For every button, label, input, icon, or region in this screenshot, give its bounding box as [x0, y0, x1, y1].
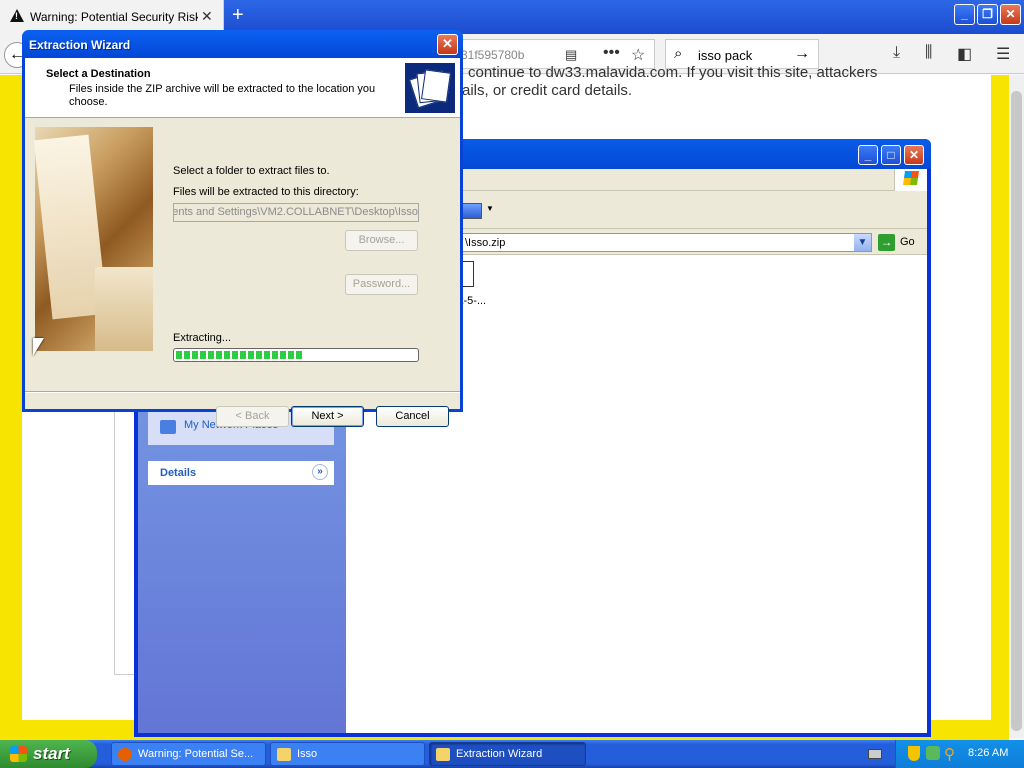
taskbar-item-isso[interactable]: Isso	[270, 742, 425, 766]
reader-icon[interactable]: ▤	[565, 47, 577, 63]
go-button[interactable]: Go	[900, 236, 915, 248]
clock[interactable]: 8:26 AM	[968, 747, 1008, 759]
details-panel-header[interactable]: Details »	[148, 461, 334, 485]
tab-title: Warning: Potential Security Risk A	[30, 10, 198, 24]
warning-icon	[10, 9, 24, 22]
taskbar-item-label: Warning: Potential Se...	[138, 748, 254, 760]
address-input[interactable]: \Isso.zip ▼	[460, 233, 872, 252]
wizard-step-description: Files inside the ZIP archive will be ext…	[69, 83, 376, 108]
minimize-button[interactable]: _	[858, 145, 878, 165]
taskbar-item-extraction-wizard[interactable]: Extraction Wizard	[429, 742, 586, 766]
password-button[interactable]: Password...	[345, 274, 418, 295]
page-scrollbar[interactable]	[1009, 75, 1024, 738]
more-icon[interactable]: •••	[603, 44, 620, 62]
chevron-down-icon[interactable]: ▼	[854, 234, 871, 251]
maximize-button[interactable]: □	[881, 145, 901, 165]
warning-border-left	[0, 75, 22, 735]
browse-button[interactable]: Browse...	[345, 230, 418, 251]
destination-directory-text: C:\Documents and Settings\VM2.COLLABNET\…	[174, 206, 418, 218]
warning-text-line1: continue to dw33.malavida.com. If you vi…	[468, 64, 878, 81]
minimize-button[interactable]: _	[954, 4, 975, 25]
wizard-header: Select a Destination Files inside the ZI…	[25, 58, 460, 118]
chevron-down-icon[interactable]: »	[312, 464, 328, 480]
select-folder-label: Select a folder to extract files to.	[173, 165, 330, 177]
warning-border-right	[991, 75, 1009, 735]
taskbar-item-firefox[interactable]: Warning: Potential Se...	[111, 742, 266, 766]
folder-pages-icon	[405, 63, 455, 113]
windows-flag-icon	[10, 746, 27, 762]
search-icon: ⌕	[674, 45, 683, 62]
windows-flag-icon	[903, 171, 919, 185]
extracting-label: Extracting...	[173, 332, 232, 344]
chevron-down-icon[interactable]: ▼	[486, 204, 494, 213]
wizard-title: Extraction Wizard	[29, 38, 131, 52]
windows-logo	[894, 169, 927, 191]
extraction-wizard-dialog: Extraction Wizard ✕ Select a Destination…	[22, 30, 463, 427]
wizard-titlebar[interactable]: Extraction Wizard ✕	[22, 30, 463, 58]
extraction-progress-bar	[173, 348, 419, 362]
close-icon[interactable]: ✕	[201, 8, 213, 25]
network-icon[interactable]	[926, 746, 940, 760]
progress-fill	[176, 351, 304, 359]
page-box	[114, 410, 134, 675]
cancel-button[interactable]: Cancel	[376, 406, 449, 427]
tab-security-warning[interactable]: Warning: Potential Security Risk A ✕	[0, 0, 224, 34]
firefox-icon	[118, 748, 132, 761]
address-text: \Isso.zip	[465, 237, 506, 249]
plus-icon[interactable]: +	[232, 4, 244, 27]
menu-icon[interactable]: ☰	[996, 44, 1010, 64]
search-text: isso pack	[698, 48, 753, 63]
keyboard-icon[interactable]	[868, 749, 882, 759]
security-shield-icon[interactable]	[908, 746, 920, 761]
download-icon[interactable]: ⤓	[893, 44, 900, 62]
back-button[interactable]: < Back	[216, 406, 289, 427]
start-button[interactable]: start	[0, 740, 97, 768]
close-button[interactable]: ✕	[1000, 4, 1021, 25]
go-arrow-icon[interactable]: →	[878, 234, 895, 251]
views-icon[interactable]	[460, 203, 482, 219]
search-icon[interactable]: ⚲	[944, 745, 955, 763]
taskbar-item-label: Extraction Wizard	[456, 748, 543, 760]
maximize-button[interactable]: ❐	[977, 4, 998, 25]
sidebar-icon[interactable]: ◧	[957, 44, 972, 64]
system-tray: ⚲ 8:26 AM	[895, 740, 1024, 768]
wizard-step-title: Select a Destination	[46, 68, 151, 80]
taskbar: start Warning: Potential Se... Isso Extr…	[0, 740, 1024, 768]
firefox-tab-strip: Warning: Potential Security Risk A ✕ + _…	[0, 0, 1024, 34]
folder-icon	[436, 748, 450, 761]
divider	[25, 391, 460, 393]
close-button[interactable]: ✕	[437, 34, 458, 55]
details-label: Details	[160, 467, 197, 479]
destination-directory-field[interactable]: C:\Documents and Settings\VM2.COLLABNET\…	[173, 203, 419, 222]
directory-label: Files will be extracted to this director…	[173, 186, 359, 198]
wizard-body: Select a Destination Files inside the ZI…	[25, 58, 460, 427]
scrollbar-thumb[interactable]	[1011, 91, 1022, 731]
folder-icon	[277, 748, 291, 761]
network-places-icon	[160, 420, 176, 434]
url-text: 31f595780b	[461, 48, 525, 62]
next-button[interactable]: Next >	[291, 406, 364, 427]
wizard-side-image	[33, 127, 153, 351]
arrow-right-icon[interactable]: →	[794, 45, 810, 63]
mouse-pointer-icon	[33, 338, 44, 356]
library-icon[interactable]: ⫼	[925, 44, 932, 62]
close-button[interactable]: ✕	[904, 145, 924, 165]
start-label: start	[33, 744, 70, 763]
taskbar-item-label: Isso	[297, 748, 318, 760]
warning-text-line2: ails, or credit card details.	[462, 82, 633, 99]
bookmark-star-icon[interactable]: ☆	[631, 45, 645, 65]
